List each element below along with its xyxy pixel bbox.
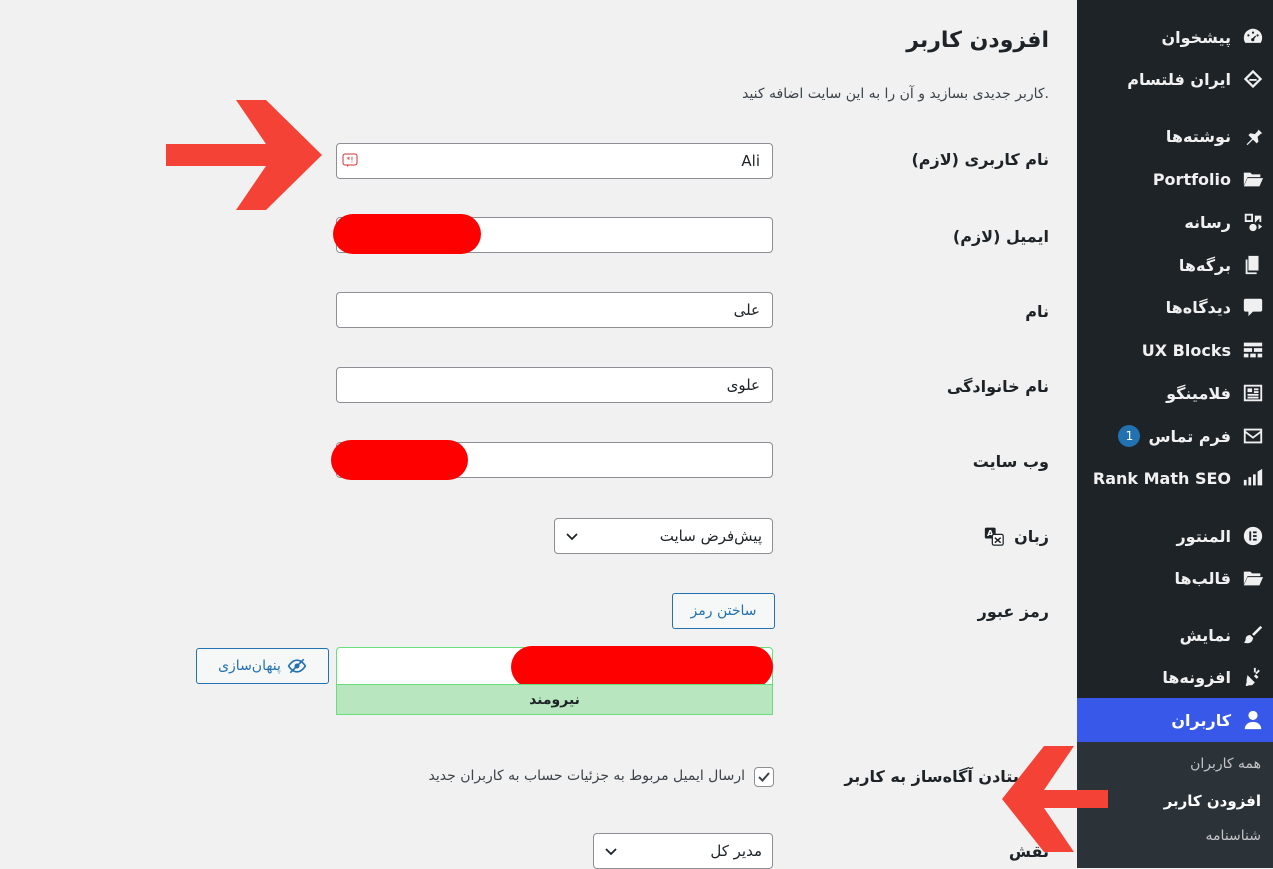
sidebar-item-label: پیشخوان [1161,27,1231,47]
elementor-icon [1241,524,1265,548]
user-icon [1241,708,1265,732]
sidebar-item-portfolio[interactable]: Portfolio [1077,159,1273,199]
media-icon [1241,210,1265,234]
last-name-label: نام خانوادگی [946,377,1049,396]
generate-password-button[interactable]: ساختن رمز [672,593,775,629]
sidebar-item-label: Portfolio [1152,169,1231,189]
sidebar-item-ux-blocks[interactable]: UX Blocks [1077,330,1273,370]
chevron-down-icon [604,844,618,858]
sidebar-item-media[interactable]: رسانه [1077,202,1273,242]
checkmark-icon [758,772,770,782]
pages-icon [1241,253,1265,277]
password-label: رمز عبور [977,602,1049,621]
sidebar-item-label: نوشته‌ها [1165,126,1231,146]
submenu-item-all-users[interactable]: همه کاربران [1190,756,1261,772]
blocks-grid-icon [1241,338,1265,362]
folder-open-icon [1241,167,1265,191]
sidebar-item-label: ایران فلتسام [1127,69,1231,89]
language-label-row: زبان A [984,526,1049,546]
pin-icon [1241,124,1265,148]
language-select-value: پیش‌فرض سایت [659,527,762,545]
sidebar-item-label: نمایش [1179,625,1231,645]
sidebar-item-label: المنتور [1176,526,1231,546]
sidebar-item-users[interactable]: کاربران [1069,698,1273,742]
role-select-value: مدیر کل [710,842,762,860]
sidebar-item-label: دیدگاه‌ها [1165,297,1231,317]
sidebar-item-contact-form[interactable]: فرم تماس 1 [1077,416,1273,456]
first-name-label: نام [1025,302,1049,321]
sidebar-item-elementor[interactable]: المنتور [1077,516,1273,556]
eye-slash-icon [287,656,307,676]
annotation-arrow-left-icon [1002,746,1108,852]
sidebar-item-rank-math[interactable]: Rank Math SEO [1077,458,1273,498]
sidebar-item-label: رسانه [1184,212,1231,232]
sidebar-item-label: کاربران [1171,710,1231,730]
rank-math-icon [1241,466,1265,490]
diamond-logo-icon [1241,67,1265,91]
sidebar-item-pages[interactable]: برگه‌ها [1077,245,1273,285]
translate-icon: A [984,526,1004,546]
sidebar-item-label: قالب‌ها [1174,568,1231,588]
submenu-item-add-user[interactable]: افزودن کاربر [1164,792,1261,810]
comment-icon [1241,295,1265,319]
hide-password-label: پنهان‌سازی [218,658,281,674]
svg-text:*!: *! [346,156,353,165]
password-strength-indicator: نیرومند [336,684,773,715]
page-description: کاربر جدیدی بسازید و آن را به این سایت ا… [742,86,1049,102]
sidebar-item-flamingo[interactable]: فلامینگو [1077,373,1273,413]
plugin-icon [1241,665,1265,689]
dashboard-icon [1241,25,1265,49]
sidebar-item-label: UX Blocks [1141,340,1231,360]
admin-sidebar: پیشخوان ایران فلتسام نوشته‌ها Portfolio … [1069,0,1273,868]
sidebar-item-comments[interactable]: دیدگاه‌ها [1077,287,1273,327]
role-select[interactable]: مدیر کل [593,833,773,869]
sidebar-item-appearance[interactable]: نمایش [1077,615,1273,655]
mail-icon [1241,424,1265,448]
sidebar-item-label: فلامینگو [1166,383,1231,403]
notify-checkbox[interactable] [754,767,774,787]
page-title: افزودن کاربر [906,28,1049,53]
redaction-mark [331,440,468,480]
sidebar-item-label: برگه‌ها [1178,255,1231,275]
hide-password-button[interactable]: پنهان‌سازی [196,648,329,684]
sidebar-item-label: Rank Math SEO [1092,468,1231,488]
brush-icon [1241,623,1265,647]
first-name-input[interactable] [336,292,773,328]
username-input[interactable] [336,143,773,179]
redaction-mark [511,646,773,688]
chevron-down-icon [565,529,579,543]
folder-icon [1241,566,1265,590]
last-name-input[interactable] [336,367,773,403]
username-label: نام کاربری (لازم) [911,150,1049,169]
autofill-key-icon[interactable]: *! [342,152,358,168]
language-label: زبان [1014,526,1049,546]
sidebar-item-plugins[interactable]: افزونه‌ها [1077,657,1273,697]
notification-badge: 1 [1118,425,1141,447]
annotation-arrow-right-icon [166,100,322,210]
email-label: ایمیل (لازم) [952,227,1049,246]
website-label: وب سایت [972,452,1049,471]
sidebar-item-iran-feltsam[interactable]: ایران فلتسام [1077,59,1273,99]
sidebar-item-label: افزونه‌ها [1162,667,1231,687]
sidebar-item-label: فرم تماس [1148,426,1231,446]
active-indicator [1069,710,1077,726]
sidebar-item-templates[interactable]: قالب‌ها [1077,558,1273,598]
notify-checkbox-label: ارسال ایمیل مربوط به جزئیات حساب به کارب… [428,768,746,784]
sidebar-item-dashboard[interactable]: پیشخوان [1077,17,1273,57]
sidebar-item-posts[interactable]: نوشته‌ها [1077,116,1273,156]
submenu-item-profile[interactable]: شناسنامه [1206,828,1261,844]
language-select[interactable]: پیش‌فرض سایت [554,518,773,554]
redaction-mark [333,214,481,254]
flamingo-icon [1241,381,1265,405]
